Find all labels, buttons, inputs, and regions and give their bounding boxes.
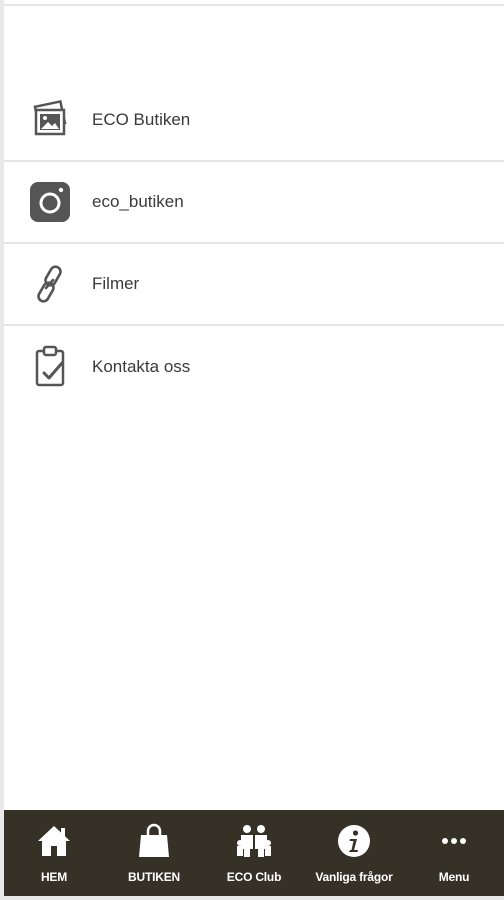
info-icon [334, 822, 374, 860]
tab-label: Vanliga frågor [315, 870, 393, 884]
group-icon [234, 822, 274, 860]
tab-label: ECO Club [226, 870, 282, 884]
menu-item-instagram[interactable]: eco_butiken [4, 162, 504, 244]
photo-gallery-icon [26, 96, 74, 144]
more-icon [434, 822, 474, 860]
tab-label: Menu [438, 870, 470, 884]
tab-butiken[interactable]: BUTIKEN [104, 810, 204, 896]
link-icon [26, 260, 74, 308]
tab-label: HEM [40, 870, 68, 884]
menu-item-kontakta-oss[interactable]: Kontakta oss [4, 326, 504, 408]
tab-eco-club[interactable]: ECO Club [204, 810, 304, 896]
home-icon [34, 822, 74, 860]
clipboard-check-icon [26, 343, 74, 391]
app-screen: ECO Butiken eco_butiken Filmer Kontakta … [0, 0, 504, 900]
tab-label: BUTIKEN [128, 870, 180, 884]
tab-hem[interactable]: HEM [4, 810, 104, 896]
menu-item-filmer[interactable]: Filmer [4, 244, 504, 326]
tab-menu[interactable]: Menu [404, 810, 504, 896]
menu-item-eco-butiken[interactable]: ECO Butiken [4, 80, 504, 162]
menu-item-label: Filmer [92, 274, 140, 293]
instagram-icon [26, 178, 74, 226]
shopping-bag-icon [134, 822, 174, 860]
menu-item-label: eco_butiken [92, 192, 184, 211]
menu-item-label: Kontakta oss [92, 357, 191, 376]
tab-vanliga-fragor[interactable]: Vanliga frågor [304, 810, 404, 896]
menu-list: ECO Butiken eco_butiken Filmer Kontakta … [4, 80, 504, 408]
menu-item-label: ECO Butiken [92, 110, 191, 129]
header-divider [4, 4, 504, 6]
bottom-tab-bar: HEM BUTIKEN ECO Club Vanliga frågor Menu [4, 810, 504, 900]
